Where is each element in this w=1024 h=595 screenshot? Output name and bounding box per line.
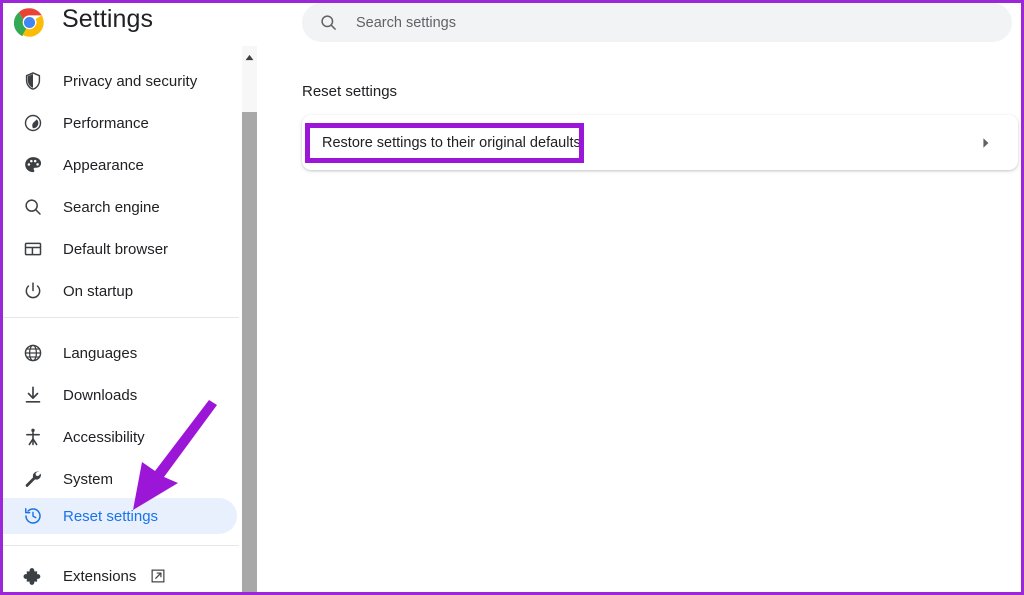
sidebar-item-performance[interactable]: Performance [3, 105, 237, 141]
settings-header: Settings Search settings [0, 0, 1024, 46]
wrench-icon [22, 468, 44, 490]
scrollbar-thumb[interactable] [242, 112, 257, 595]
page-title: Settings [62, 5, 154, 33]
sidebar-item-label: System [63, 470, 114, 488]
section-heading-reset-settings: Reset settings [302, 83, 398, 100]
sidebar-item-label: Search engine [63, 198, 160, 216]
sidebar-item-privacy-and-security[interactable]: Privacy and security [3, 63, 237, 99]
sidebar-item-label: Default browser [63, 240, 169, 258]
external-link-icon[interactable] [150, 568, 166, 584]
sidebar-item-label: On startup [63, 282, 134, 300]
globe-icon [22, 342, 44, 364]
scroll-up-arrow-icon[interactable] [242, 50, 257, 64]
browser-window-icon [22, 238, 44, 260]
sidebar-item-appearance[interactable]: Appearance [3, 147, 237, 183]
sidebar-item-system[interactable]: System [3, 461, 237, 497]
sidebar-item-reset-settings[interactable]: Reset settings [3, 498, 237, 534]
magnifier-icon [22, 196, 44, 218]
chevron-right-icon[interactable] [979, 136, 993, 150]
restore-settings-label: Restore settings to their original defau… [322, 134, 581, 151]
sidebar-item-label: Languages [63, 344, 138, 362]
sidebar-item-label: Extensions [63, 567, 137, 585]
speedometer-icon [22, 112, 44, 134]
sidebar-item-label: Privacy and security [63, 72, 198, 90]
sidebar-item-label: Appearance [63, 156, 144, 174]
sidebar-divider [3, 545, 239, 546]
settings-main-content: Reset settings Restore settings to their… [257, 46, 1021, 592]
search-icon [318, 13, 338, 33]
sidebar-item-downloads[interactable]: Downloads [3, 377, 237, 413]
palette-icon [22, 154, 44, 176]
sidebar-item-languages[interactable]: Languages [3, 335, 237, 371]
sidebar-divider [3, 317, 239, 318]
history-restore-icon [22, 505, 44, 527]
restore-settings-row[interactable]: Restore settings to their original defau… [302, 115, 1018, 170]
puzzle-piece-icon [22, 565, 44, 587]
search-settings-box[interactable]: Search settings [302, 3, 1012, 42]
sidebar-item-default-browser[interactable]: Default browser [3, 231, 237, 267]
sidebar-item-accessibility[interactable]: Accessibility [3, 419, 237, 455]
sidebar-item-label: Accessibility [63, 428, 145, 446]
sidebar-item-label: Reset settings [63, 507, 159, 525]
sidebar-item-on-startup[interactable]: On startup [3, 273, 237, 309]
accessibility-person-icon [22, 426, 44, 448]
sidebar-item-label: Downloads [63, 386, 138, 404]
sidebar-item-label: Performance [63, 114, 149, 132]
sidebar-item-search-engine[interactable]: Search engine [3, 189, 237, 225]
settings-sidebar: Privacy and security Performance Appeara… [3, 46, 242, 592]
sidebar-item-extensions[interactable]: Extensions [3, 558, 237, 592]
power-icon [22, 280, 44, 302]
search-input-placeholder[interactable]: Search settings [356, 15, 456, 31]
download-icon [22, 384, 44, 406]
chrome-settings-screen: Settings Search settings Privacy and sec… [0, 0, 1024, 595]
shield-icon [22, 70, 44, 92]
chrome-logo-icon [13, 7, 45, 38]
